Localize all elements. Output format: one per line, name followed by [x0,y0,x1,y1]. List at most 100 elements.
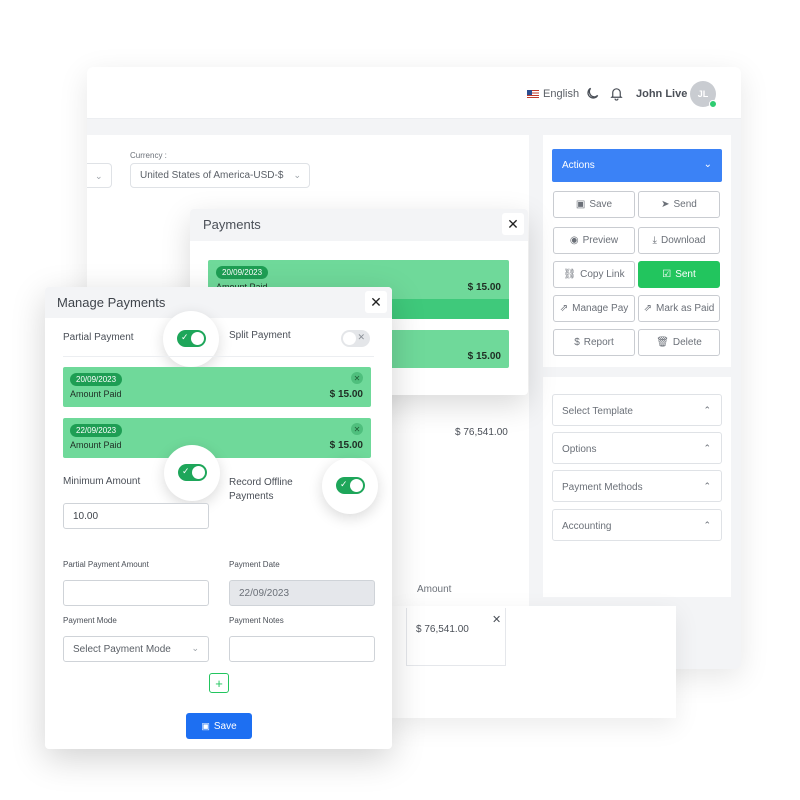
delete-button[interactable]: 🗑 Delete [638,329,720,356]
external-link-icon: ⇗ [559,303,569,314]
avatar[interactable]: JL [690,81,717,108]
payment-amount: $ 15.00 [467,351,501,362]
close-icon[interactable]: ✕ [492,613,501,626]
dollar-icon: $ [574,337,580,348]
chevron-up-icon: ⌃ [703,520,711,530]
record-offline-toggle[interactable]: ✓ [336,477,365,494]
plus-icon: + [215,675,223,691]
actions-dropdown[interactable]: Actions ⌄ [552,149,722,182]
currency-select[interactable]: United States of America-USD-$ ⌄ [130,163,310,188]
toggle-knob [350,479,363,492]
preview-button[interactable]: ◉ Preview [553,227,635,254]
save-icon: ▣ [575,199,586,210]
partial-amount-input[interactable] [63,580,209,606]
section-divider [543,367,731,377]
check-icon: ✓ [340,479,348,489]
remove-payment-icon[interactable]: ✕ [351,423,363,435]
mark-as-paid-button[interactable]: ⇗ Mark as Paid [638,295,720,322]
payment-notes-label: Payment Notes [229,616,284,625]
chevron-down-icon: ⌄ [95,171,103,181]
send-button[interactable]: ➤ Send [638,191,720,218]
select-stub[interactable]: ⌄ [87,163,112,188]
close-payments-button[interactable]: ✕ [502,213,524,235]
manage-payments-title: Manage Payments [57,295,166,310]
accordion-select-template[interactable]: Select Template ⌃ [552,394,722,426]
copy-link-button[interactable]: ⛓ Copy Link [553,261,635,288]
payment-amount: $ 15.00 [329,440,363,451]
actions-panel: Actions ⌄ ▣ Save ➤ Send ◉ Preview ⤓ Download… [543,135,731,597]
button-label: Mark as Paid [656,303,715,314]
report-button[interactable]: $ Report [553,329,635,356]
manage-payments-modal: Manage Payments ✕ Partial Payment ✓ Spli… [45,287,392,749]
chevron-up-icon: ⌃ [703,443,711,453]
payments-modal-title: Payments [203,217,261,232]
online-status-dot [709,100,717,108]
currency-label: Currency : [130,151,167,160]
record-offline-label: Record Offline Payments [229,477,293,502]
partial-amount-label: Partial Payment Amount [63,560,149,569]
button-label: Report [583,337,614,348]
payment-amount: $ 15.00 [467,282,501,293]
save-button[interactable]: ▣ Save [186,713,252,739]
split-payment-toggle[interactable]: ✕ [341,330,370,347]
button-label: Manage Pay [572,303,629,314]
accordion-payment-methods[interactable]: Payment Methods ⌃ [552,470,722,502]
send-icon: ➤ [661,199,670,210]
bell-icon[interactable] [609,86,624,101]
payment-label: Amount Paid [70,389,122,399]
payment-date-badge: 22/09/2023 [70,424,123,437]
payment-mode-label: Payment Mode [63,616,117,625]
button-label: Copy Link [580,269,625,280]
payment-label: Amount Paid [70,440,122,450]
accordion-accounting[interactable]: Accounting ⌃ [552,509,722,541]
language-label: English [543,88,580,100]
actions-label: Actions [562,160,595,171]
link-icon: ⛓ [563,269,577,280]
moon-icon[interactable] [585,86,600,101]
language-selector[interactable]: English [527,88,579,100]
trash-icon: 🗑 [656,337,669,348]
amount-column-header: Amount [417,584,452,595]
payment-mode-select[interactable]: Select Payment Mode ⌄ [63,636,209,662]
manage-pay-button[interactable]: ⇗ Manage Pay [553,295,635,322]
download-icon: ⤓ [652,235,657,246]
close-manage-payments-button[interactable]: ✕ [365,291,387,313]
partial-payment-toggle[interactable]: ✓ [177,330,206,347]
button-label: Sent [675,269,696,280]
minimum-amount-value: 10.00 [73,511,99,522]
accordion-options[interactable]: Options ⌃ [552,432,722,464]
currency-value: United States of America-USD-$ [140,170,284,181]
chevron-up-icon: ⌃ [703,405,711,415]
toggle-knob [343,332,356,345]
payment-notes-input[interactable] [229,636,375,662]
payment-date-value: 22/09/2023 [239,588,290,599]
accordion-label: Accounting [562,521,612,532]
button-label: Save [589,199,613,210]
sent-button[interactable]: ☑ Sent [638,261,720,288]
record-offline-toggle-wrap: ✓ [322,458,378,514]
split-payment-label: Split Payment [229,330,291,341]
payment-date-input[interactable]: 22/09/2023 [229,580,375,606]
user-name[interactable]: John Live [636,88,687,100]
check-icon: ✓ [181,332,189,342]
check-icon: ✓ [182,466,190,476]
avatar-initials: JL [697,89,709,99]
top-bar: English John Live JL [87,67,741,119]
minimum-amount-toggle[interactable]: ✓ [178,464,207,481]
button-label: Preview [582,235,619,246]
row-amount: $ 76,541.00 [416,624,469,635]
button-label: Download [660,235,706,246]
check-square-icon: ☑ [662,269,672,280]
toggle-knob [191,332,204,345]
x-icon: ✕ [357,332,365,342]
payment-date-badge: 20/09/2023 [70,373,123,386]
add-payment-button[interactable]: + [209,673,229,693]
partial-payment-toggle-wrap: ✓ [163,311,219,367]
chevron-down-icon: ⌄ [703,159,712,170]
remove-payment-icon[interactable]: ✕ [351,372,363,384]
toggle-knob [192,466,205,479]
save-action-button[interactable]: ▣ Save [553,191,635,218]
payment-amount: $ 15.00 [329,389,363,400]
download-button[interactable]: ⤓ Download [638,227,720,254]
minimum-amount-input[interactable]: 10.00 [63,503,209,529]
